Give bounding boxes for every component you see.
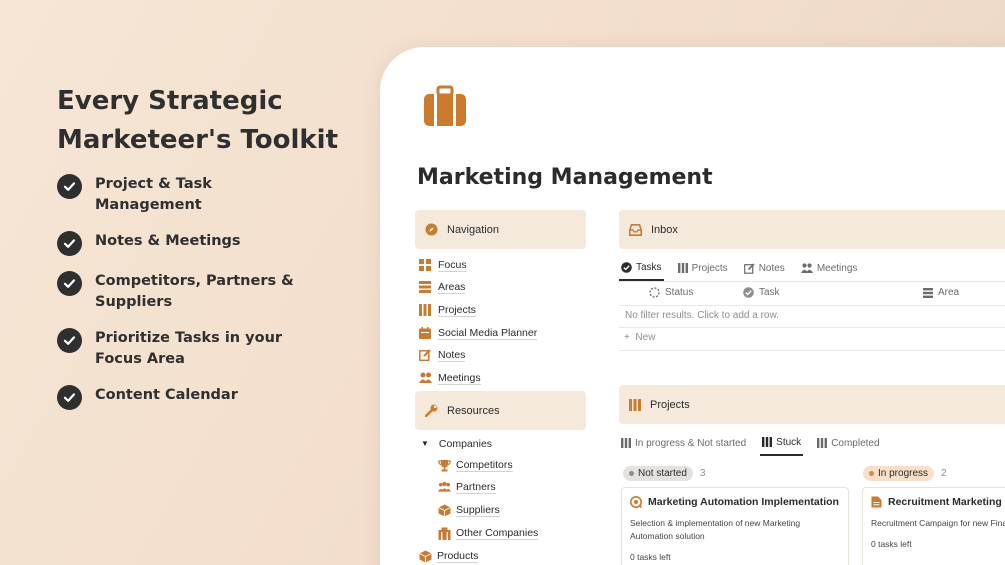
projects-tabs: In progress & Not started Stuck Complete… xyxy=(619,430,894,456)
group-count: 2 xyxy=(941,468,947,479)
document-icon xyxy=(871,496,882,508)
resource-item-partners[interactable]: Partners xyxy=(438,477,538,500)
empty-filter-message[interactable]: No filter results. Click to add a row. xyxy=(625,310,779,321)
project-card-tasks: 0 tasks left xyxy=(871,539,912,549)
loading-circle-icon xyxy=(649,287,660,298)
columns-icon xyxy=(817,438,828,448)
resource-item-other-companies[interactable]: Other Companies xyxy=(438,522,539,545)
briefcase-icon xyxy=(423,85,467,132)
resource-item-products[interactable]: Products xyxy=(419,545,538,565)
project-card[interactable]: Recruitment Marketing Ca Recruitment Cam… xyxy=(862,487,1005,565)
status-badge: In progress xyxy=(863,466,935,481)
nav-item-notes[interactable]: Notes xyxy=(419,344,537,367)
inbox-callout: Inbox xyxy=(619,210,1005,249)
tab-tasks[interactable]: Tasks xyxy=(619,255,664,281)
layers-icon xyxy=(923,287,933,298)
projects-callout: Projects xyxy=(619,385,1005,424)
feature-list: Project & Task Management Notes & Meetin… xyxy=(57,174,357,410)
check-circle-icon xyxy=(743,287,754,298)
app-window: Marketing Management Navigation Focus Ar… xyxy=(380,47,1005,565)
wrench-icon xyxy=(425,404,438,417)
projects-heading: Projects xyxy=(650,398,690,411)
columns-icon xyxy=(629,398,641,411)
navigation-list: Focus Areas Projects Social Media Planne… xyxy=(419,254,538,390)
columns-icon xyxy=(762,437,773,447)
status-badge: Not started xyxy=(623,466,693,481)
inbox-heading: Inbox xyxy=(651,223,678,236)
group-count: 3 xyxy=(699,468,706,479)
people-icon xyxy=(800,263,813,273)
feature-item: Notes & Meetings xyxy=(57,231,357,256)
project-card-description: Recruitment Campaign for new Fina xyxy=(871,518,1005,528)
nav-item-meetings[interactable]: Meetings xyxy=(419,367,537,390)
nav-item-projects[interactable]: Projects xyxy=(419,299,537,322)
checkmark-icon xyxy=(57,174,82,199)
trophy-icon xyxy=(438,459,451,472)
project-card-tasks: 0 tasks left xyxy=(630,552,671,562)
inbox-icon xyxy=(629,223,642,236)
promo-panel: Every Strategic Marketeer's Toolkit Proj… xyxy=(57,82,357,425)
column-area[interactable]: Area xyxy=(923,287,959,298)
plus-icon: + xyxy=(624,332,630,343)
people-icon xyxy=(419,372,432,385)
resource-item-competitors[interactable]: Competitors xyxy=(438,454,538,477)
promo-title: Every Strategic Marketeer's Toolkit xyxy=(57,86,339,155)
resource-item-suppliers[interactable]: Suppliers xyxy=(438,499,538,522)
nav-item-social-media-planner[interactable]: Social Media Planner xyxy=(419,322,538,345)
resources-tree: ▼ Companies Competitors Partners Supplie… xyxy=(419,433,539,565)
tab-meetings[interactable]: Meetings xyxy=(799,255,860,281)
column-task[interactable]: Task xyxy=(743,287,780,298)
board-group-not-started: Not started 3 xyxy=(623,466,705,481)
project-card-title: Marketing Automation Implementation xyxy=(630,496,840,508)
nav-item-areas[interactable]: Areas xyxy=(419,277,537,300)
new-row-button[interactable]: + New xyxy=(624,332,655,343)
columns-icon xyxy=(677,263,688,273)
nav-item-focus[interactable]: Focus xyxy=(419,254,537,277)
project-card[interactable]: Marketing Automation Implementation Sele… xyxy=(621,487,849,565)
grid-icon xyxy=(419,258,432,272)
tab-notes[interactable]: Notes xyxy=(742,255,787,281)
feature-item: Content Calendar xyxy=(57,385,357,410)
group-icon xyxy=(438,481,451,494)
edit-note-icon xyxy=(419,349,432,362)
triangle-down-icon: ▼ xyxy=(421,439,429,448)
feature-item: Prioritize Tasks in your Focus Area xyxy=(57,328,357,370)
page-title: Marketing Management xyxy=(417,165,713,190)
tab-in-progress-not-started[interactable]: In progress & Not started xyxy=(619,430,748,456)
navigation-heading: Navigation xyxy=(447,223,499,236)
box-icon xyxy=(419,550,432,563)
column-status[interactable]: Status xyxy=(649,287,693,298)
project-card-description: Selection & implementation of new Market… xyxy=(630,518,801,541)
checkmark-icon xyxy=(57,231,82,256)
target-gear-icon xyxy=(630,496,642,508)
feature-item: Competitors, Partners & Suppliers xyxy=(57,271,357,313)
inbox-table-header: Status Task Area xyxy=(619,282,1005,306)
building-icon xyxy=(438,527,451,540)
navigation-callout: Navigation xyxy=(415,210,586,249)
board-group-in-progress: In progress 2 xyxy=(863,466,947,481)
checkmark-icon xyxy=(57,385,82,410)
resources-heading: Resources xyxy=(447,404,500,417)
compass-icon xyxy=(425,223,438,236)
row-divider xyxy=(619,327,1005,328)
inbox-tabs: Tasks Projects Notes Meetings xyxy=(619,255,1005,282)
columns-icon xyxy=(621,438,631,448)
layers-icon xyxy=(419,281,432,294)
row-divider xyxy=(619,350,1005,351)
tab-completed[interactable]: Completed xyxy=(815,430,881,456)
calendar-icon xyxy=(419,326,432,340)
package-icon xyxy=(438,504,451,517)
tab-projects[interactable]: Projects xyxy=(676,255,730,281)
feature-item: Project & Task Management xyxy=(57,174,357,216)
columns-icon xyxy=(419,303,432,317)
companies-toggle[interactable]: ▼ Companies xyxy=(419,433,538,454)
edit-note-icon xyxy=(743,262,755,274)
tab-stuck[interactable]: Stuck xyxy=(760,430,804,456)
project-card-title: Recruitment Marketing Ca xyxy=(871,496,1005,508)
check-circle-icon xyxy=(621,261,632,273)
companies-children: Competitors Partners Suppliers Other Com… xyxy=(419,454,539,565)
checkmark-icon xyxy=(57,328,82,353)
resources-callout: Resources xyxy=(415,391,586,430)
checkmark-icon xyxy=(57,271,82,296)
